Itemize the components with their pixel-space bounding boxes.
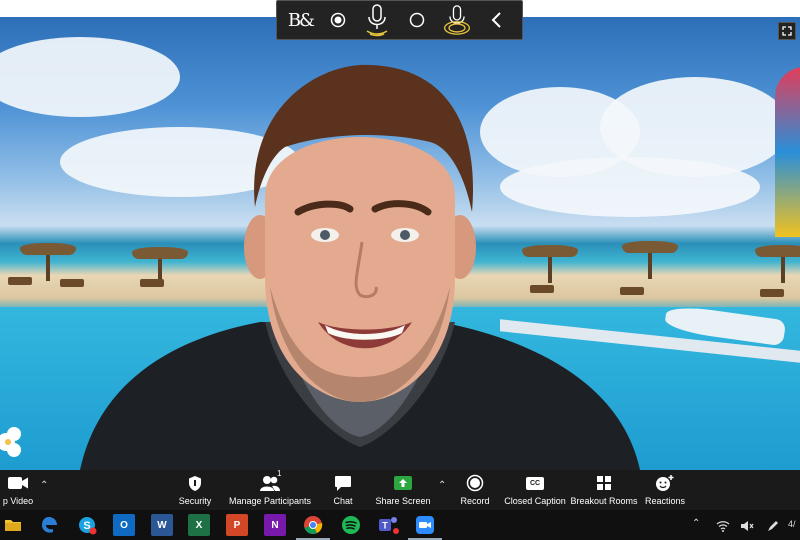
outlook-icon[interactable]: O	[113, 514, 135, 536]
closed-caption-label: Closed Caption	[504, 496, 566, 506]
svg-text:S: S	[83, 520, 90, 532]
security-button[interactable]: Security	[175, 470, 215, 510]
lounger	[8, 277, 32, 285]
record-button[interactable]: Record	[455, 470, 495, 510]
participants-label: Manage Participants	[228, 496, 312, 506]
stop-video-button[interactable]: p Video	[0, 470, 38, 510]
app-logo: B&	[287, 9, 315, 31]
reactions-label: Reactions	[644, 496, 686, 506]
circle-button[interactable]	[402, 3, 432, 37]
spotify-icon[interactable]	[340, 514, 362, 536]
chat-label: Chat	[333, 496, 353, 506]
file-explorer-icon[interactable]	[2, 514, 24, 536]
reactions-button[interactable]: Reactions	[642, 470, 688, 510]
participants-count: 1	[277, 469, 282, 478]
pen-icon[interactable]	[766, 520, 780, 532]
chrome-icon[interactable]	[296, 514, 330, 540]
sail	[775, 67, 800, 237]
record-label: Record	[460, 496, 490, 506]
teams-icon[interactable]: T	[377, 514, 399, 536]
security-label: Security	[178, 496, 212, 506]
breakout-rooms-button[interactable]: Breakout Rooms	[568, 470, 640, 510]
meeting-toolbar: p Video ⌃ Security 1 Manage Participants…	[0, 469, 800, 510]
share-screen-icon	[394, 476, 412, 490]
floating-control-bar: B&	[276, 0, 523, 40]
share-screen-button[interactable]: Share Screen	[372, 470, 434, 510]
mic-active-button[interactable]	[442, 3, 472, 37]
breakout-rooms-label: Breakout Rooms	[570, 496, 638, 506]
record-icon	[466, 474, 484, 492]
zoom-icon[interactable]	[408, 514, 442, 540]
powerpoint-icon[interactable]: P	[226, 514, 248, 536]
wifi-icon[interactable]	[716, 520, 730, 532]
record-dot-icon	[330, 12, 345, 28]
taskbar-clock: 4/	[788, 519, 796, 529]
cc-icon: CC	[525, 476, 545, 490]
beach-umbrella	[755, 245, 800, 283]
windows-taskbar: S O W X P N T ⌃ 4/	[0, 510, 800, 540]
share-options-caret[interactable]: ⌃	[438, 480, 446, 491]
closed-caption-button[interactable]: CC Closed Caption	[500, 470, 570, 510]
fullscreen-button[interactable]	[778, 22, 796, 40]
chat-bubble-icon	[335, 475, 351, 491]
volume-icon[interactable]	[740, 520, 754, 532]
record-dot-button[interactable]	[323, 3, 353, 37]
manage-participants-button[interactable]: 1 Manage Participants	[225, 469, 315, 510]
tray-overflow-caret[interactable]: ⌃	[692, 518, 700, 529]
flower-icon	[0, 427, 21, 457]
participant-video	[80, 64, 640, 470]
svg-text:T: T	[382, 521, 388, 531]
word-icon[interactable]: W	[151, 514, 173, 536]
stop-video-label: p Video	[2, 496, 34, 506]
grid-icon	[597, 476, 611, 490]
edge-icon[interactable]	[38, 514, 60, 536]
shield-icon	[189, 475, 201, 491]
mic-button[interactable]	[362, 3, 392, 37]
mic-icon	[366, 4, 388, 37]
circle-icon	[409, 12, 425, 28]
mic-active-icon	[443, 5, 470, 35]
lounger	[760, 289, 784, 297]
onenote-icon[interactable]: N	[264, 514, 286, 536]
chevron-left-icon	[491, 12, 501, 28]
skype-icon[interactable]: S	[76, 514, 98, 536]
excel-icon[interactable]: X	[188, 514, 210, 536]
share-screen-label: Share Screen	[375, 496, 431, 506]
chat-button[interactable]: Chat	[325, 470, 361, 510]
video-options-caret[interactable]: ⌃	[40, 480, 48, 491]
video-feed	[0, 17, 800, 470]
smiley-plus-icon	[656, 475, 674, 491]
collapse-button[interactable]	[481, 3, 511, 37]
expand-icon	[782, 26, 792, 36]
video-camera-icon	[8, 477, 28, 489]
